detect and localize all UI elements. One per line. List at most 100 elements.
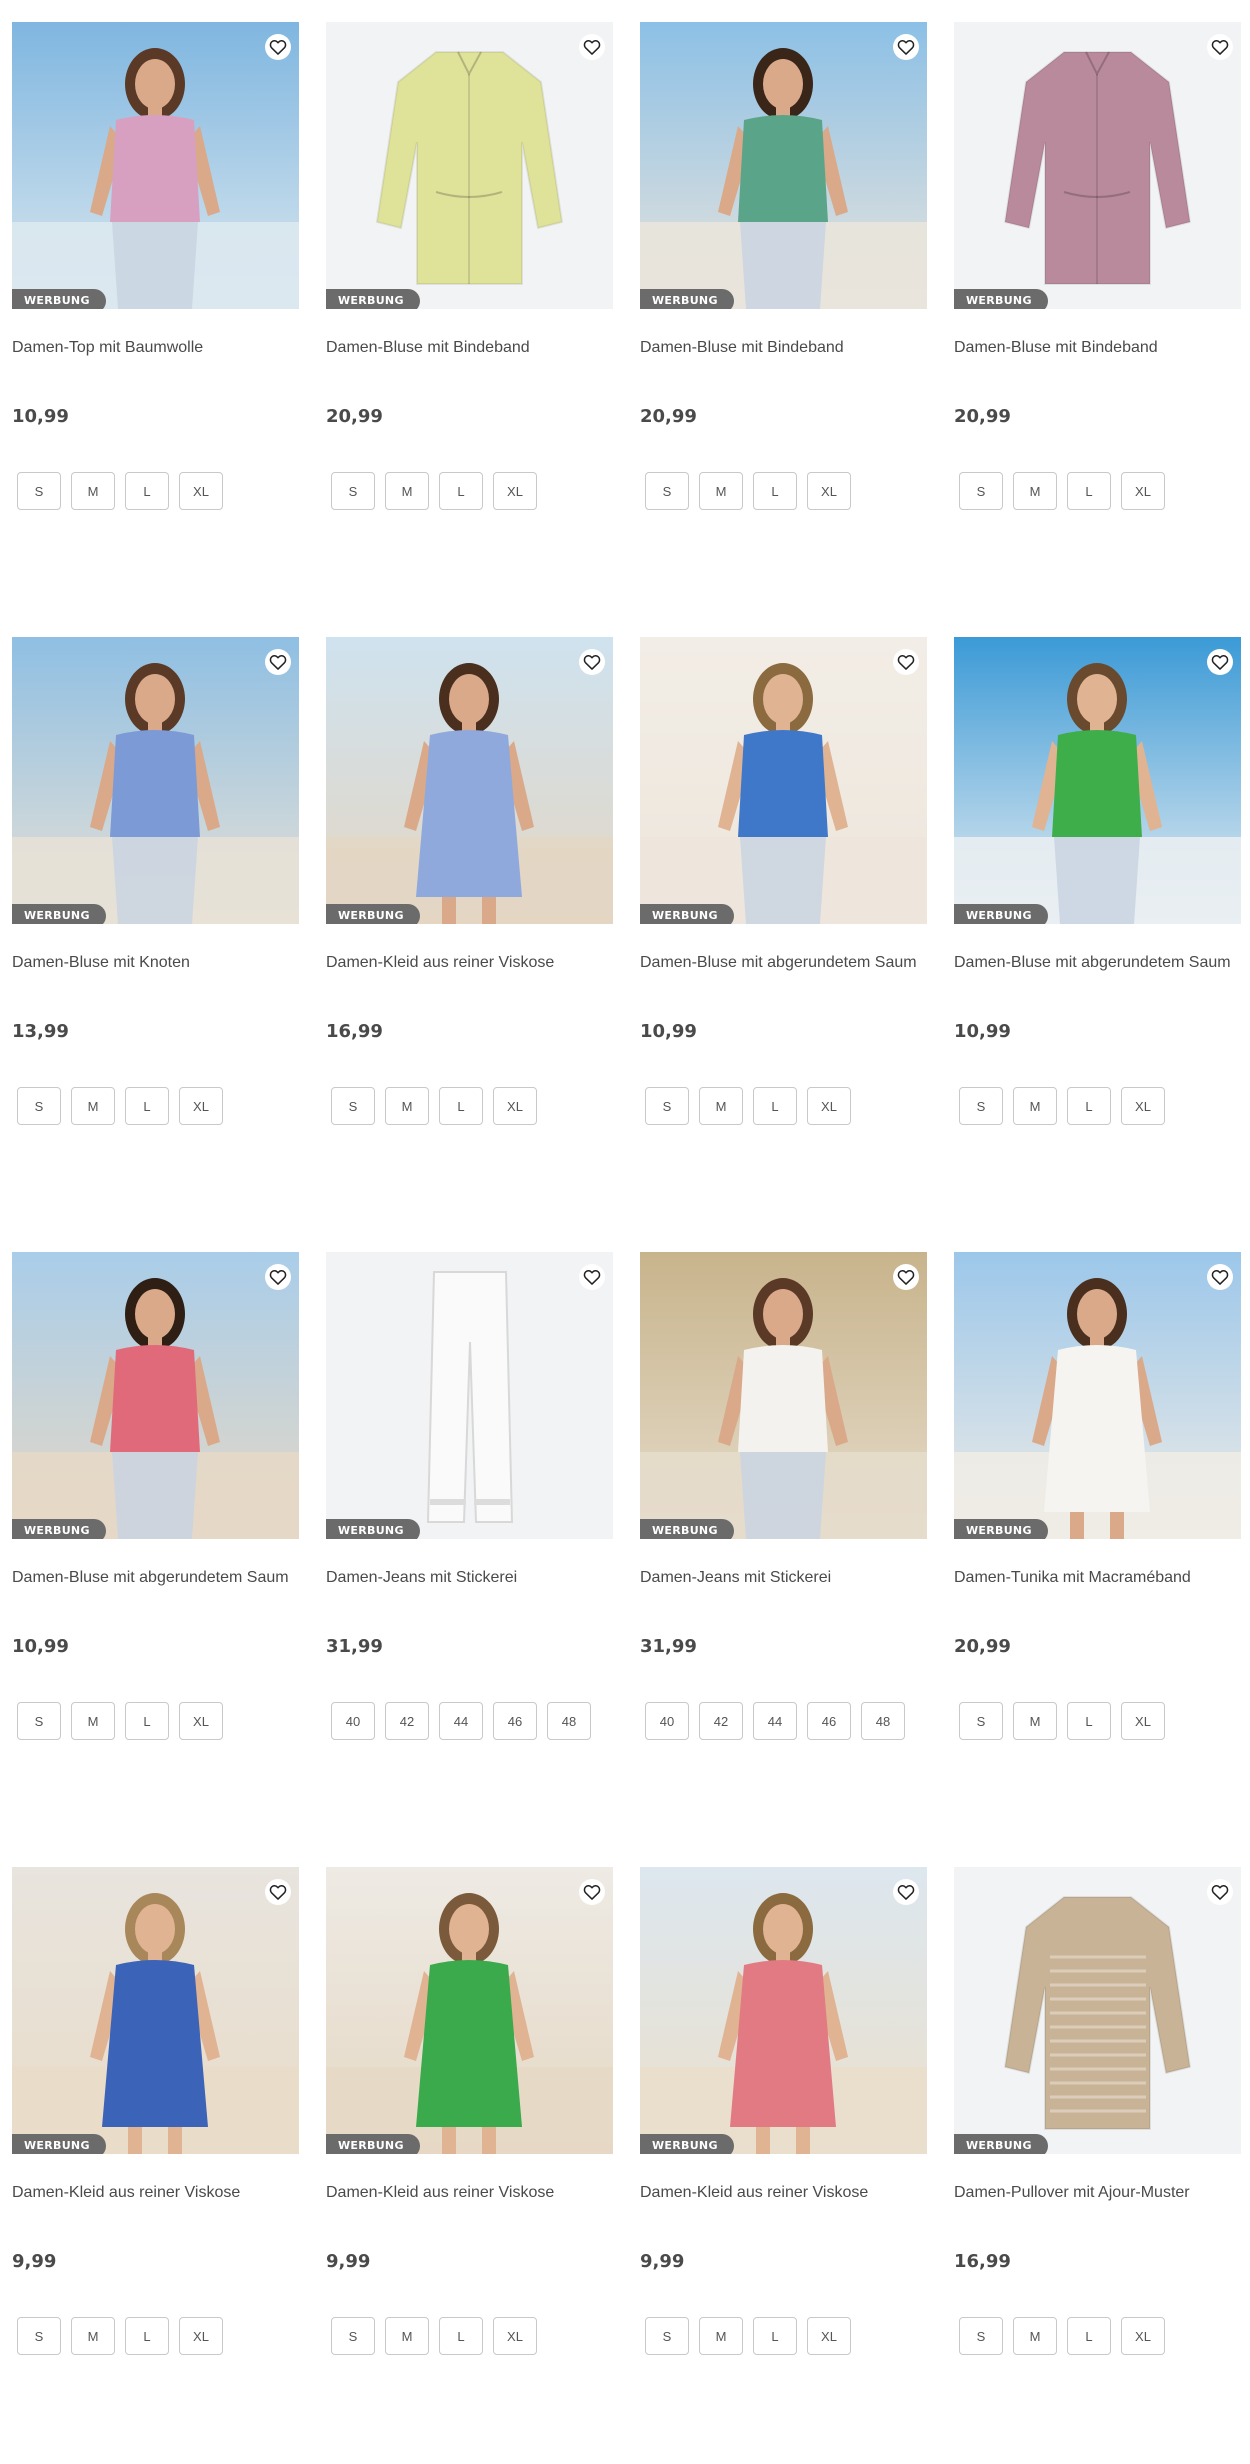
size-option[interactable]: M bbox=[1013, 1087, 1057, 1125]
product-image[interactable]: WERBUNG bbox=[12, 1252, 299, 1539]
product-title[interactable]: Damen-Kleid aus reiner Viskose bbox=[326, 2183, 613, 2223]
product-image[interactable]: WERBUNG bbox=[640, 22, 927, 309]
product-title[interactable]: Damen-Bluse mit Knoten bbox=[12, 953, 299, 993]
size-option[interactable]: S bbox=[331, 2317, 375, 2355]
product-title[interactable]: Damen-Kleid aus reiner Viskose bbox=[12, 2183, 299, 2223]
size-option[interactable]: S bbox=[17, 472, 61, 510]
size-option[interactable]: 40 bbox=[331, 1702, 375, 1740]
product-title[interactable]: Damen-Top mit Baumwolle bbox=[12, 338, 299, 378]
size-option[interactable]: L bbox=[753, 1087, 797, 1125]
size-option[interactable]: S bbox=[331, 1087, 375, 1125]
heart-icon[interactable] bbox=[1207, 34, 1233, 60]
size-option[interactable]: M bbox=[699, 472, 743, 510]
product-image[interactable]: WERBUNG bbox=[326, 1867, 613, 2154]
size-option[interactable]: M bbox=[71, 1087, 115, 1125]
size-option[interactable]: M bbox=[385, 472, 429, 510]
product-card[interactable]: WERBUNG Damen-Bluse mit Knoten 13,99 S M L XL bbox=[12, 637, 299, 1125]
product-card[interactable]: WERBUNG Damen-Bluse mit Bindeband 20,99 S M L… bbox=[326, 22, 613, 510]
size-option[interactable]: 40 bbox=[645, 1702, 689, 1740]
size-option[interactable]: L bbox=[1067, 472, 1111, 510]
heart-icon[interactable] bbox=[265, 649, 291, 675]
size-option[interactable]: 48 bbox=[547, 1702, 591, 1740]
size-option[interactable]: 44 bbox=[753, 1702, 797, 1740]
size-option[interactable]: M bbox=[71, 1702, 115, 1740]
size-option[interactable]: 42 bbox=[385, 1702, 429, 1740]
size-option[interactable]: L bbox=[753, 472, 797, 510]
size-option[interactable]: M bbox=[1013, 472, 1057, 510]
product-card[interactable]: WERBUNG Damen-Kleid aus reiner Viskose 9,9… bbox=[640, 1867, 927, 2355]
size-option[interactable]: XL bbox=[1121, 2317, 1165, 2355]
size-option[interactable]: S bbox=[331, 472, 375, 510]
size-option[interactable]: M bbox=[699, 2317, 743, 2355]
size-option[interactable]: XL bbox=[807, 1087, 851, 1125]
size-option[interactable]: XL bbox=[1121, 1702, 1165, 1740]
size-option[interactable]: M bbox=[385, 1087, 429, 1125]
heart-icon[interactable] bbox=[579, 1264, 605, 1290]
size-option[interactable]: XL bbox=[1121, 1087, 1165, 1125]
product-image[interactable]: WERBUNG bbox=[954, 22, 1241, 309]
product-title[interactable]: Damen-Bluse mit Bindeband bbox=[326, 338, 613, 378]
product-title[interactable]: Damen-Bluse mit Bindeband bbox=[640, 338, 927, 378]
product-title[interactable]: Damen-Kleid aus reiner Viskose bbox=[640, 2183, 927, 2223]
size-option[interactable]: XL bbox=[179, 2317, 223, 2355]
product-card[interactable]: WERBUNG Damen-Kleid aus reiner Viskose 9,9… bbox=[326, 1867, 613, 2355]
size-option[interactable]: 42 bbox=[699, 1702, 743, 1740]
size-option[interactable]: L bbox=[1067, 2317, 1111, 2355]
heart-icon[interactable] bbox=[1207, 649, 1233, 675]
size-option[interactable]: L bbox=[125, 1087, 169, 1125]
size-option[interactable]: S bbox=[17, 1087, 61, 1125]
size-option[interactable]: S bbox=[959, 2317, 1003, 2355]
size-option[interactable]: 44 bbox=[439, 1702, 483, 1740]
product-title[interactable]: Damen-Bluse mit abgerundetem Saum bbox=[12, 1568, 299, 1608]
size-option[interactable]: XL bbox=[807, 2317, 851, 2355]
product-card[interactable]: WERBUNG Damen-Tunika mit Macraméband 20,99… bbox=[954, 1252, 1241, 1740]
heart-icon[interactable] bbox=[265, 34, 291, 60]
size-option[interactable]: XL bbox=[1121, 472, 1165, 510]
size-option[interactable]: XL bbox=[493, 1087, 537, 1125]
product-image[interactable]: WERBUNG bbox=[326, 22, 613, 309]
product-image[interactable]: WERBUNG bbox=[640, 1867, 927, 2154]
size-option[interactable]: M bbox=[71, 472, 115, 510]
product-card[interactable]: WERBUNG Damen-Kleid aus reiner Viskose 9,9… bbox=[12, 1867, 299, 2355]
size-option[interactable]: M bbox=[71, 2317, 115, 2355]
heart-icon[interactable] bbox=[893, 34, 919, 60]
size-option[interactable]: 48 bbox=[861, 1702, 905, 1740]
heart-icon[interactable] bbox=[265, 1879, 291, 1905]
size-option[interactable]: L bbox=[439, 472, 483, 510]
size-option[interactable]: S bbox=[959, 472, 1003, 510]
size-option[interactable]: XL bbox=[807, 472, 851, 510]
product-image[interactable]: WERBUNG bbox=[954, 1867, 1241, 2154]
product-image[interactable]: WERBUNG bbox=[326, 1252, 613, 1539]
size-option[interactable]: 46 bbox=[493, 1702, 537, 1740]
product-card[interactable]: WERBUNG Damen-Jeans mit Stickerei 31,99 40 4… bbox=[326, 1252, 613, 1740]
size-option[interactable]: S bbox=[17, 2317, 61, 2355]
product-title[interactable]: Damen-Tunika mit Macraméband bbox=[954, 1568, 1241, 1608]
product-card[interactable]: WERBUNG Damen-Pullover mit Ajour-Muster 16… bbox=[954, 1867, 1241, 2355]
size-option[interactable]: XL bbox=[179, 1087, 223, 1125]
product-image[interactable]: WERBUNG bbox=[954, 1252, 1241, 1539]
product-image[interactable]: WERBUNG bbox=[640, 637, 927, 924]
product-image[interactable]: WERBUNG bbox=[640, 1252, 927, 1539]
heart-icon[interactable] bbox=[893, 649, 919, 675]
product-card[interactable]: WERBUNG Damen-Bluse mit abgerundetem Saum… bbox=[12, 1252, 299, 1740]
size-option[interactable]: XL bbox=[179, 472, 223, 510]
size-option[interactable]: S bbox=[645, 472, 689, 510]
product-image[interactable]: WERBUNG bbox=[12, 22, 299, 309]
product-image[interactable]: WERBUNG bbox=[12, 637, 299, 924]
size-option[interactable]: 46 bbox=[807, 1702, 851, 1740]
product-title[interactable]: Damen-Jeans mit Stickerei bbox=[640, 1568, 927, 1608]
size-option[interactable]: L bbox=[125, 2317, 169, 2355]
size-option[interactable]: L bbox=[125, 472, 169, 510]
size-option[interactable]: L bbox=[1067, 1087, 1111, 1125]
product-card[interactable]: WERBUNG Damen-Top mit Baumwolle 10,99 S M L XL bbox=[12, 22, 299, 510]
product-card[interactable]: WERBUNG Damen-Kleid aus reiner Viskose 16,… bbox=[326, 637, 613, 1125]
size-option[interactable]: XL bbox=[493, 472, 537, 510]
size-option[interactable]: S bbox=[645, 2317, 689, 2355]
size-option[interactable]: S bbox=[959, 1087, 1003, 1125]
product-title[interactable]: Damen-Bluse mit abgerundetem Saum bbox=[954, 953, 1241, 993]
product-card[interactable]: WERBUNG Damen-Bluse mit Bindeband 20,99 S M L… bbox=[640, 22, 927, 510]
size-option[interactable]: M bbox=[1013, 2317, 1057, 2355]
product-card[interactable]: WERBUNG Damen-Bluse mit Bindeband 20,99 S M L… bbox=[954, 22, 1241, 510]
heart-icon[interactable] bbox=[579, 1879, 605, 1905]
size-option[interactable]: L bbox=[753, 2317, 797, 2355]
